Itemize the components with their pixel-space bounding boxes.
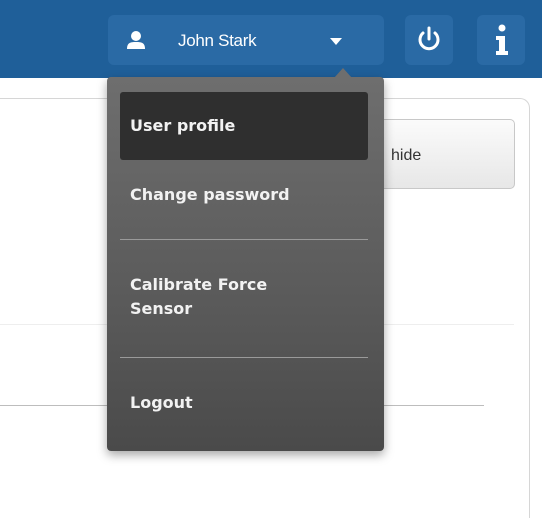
user-name: John Stark [178, 31, 257, 50]
info-icon [496, 24, 508, 55]
menu-item-change-password[interactable]: Change password [120, 183, 368, 223]
menu-item-label: Calibrate Force Sensor [130, 275, 268, 318]
hide-button[interactable]: hide [368, 119, 515, 189]
user-icon [127, 31, 145, 49]
menu-item-calibrate-force-sensor[interactable]: Calibrate Force Sensor [120, 273, 320, 321]
menu-item-label: Logout [130, 393, 193, 412]
menu-item-user-profile[interactable]: User profile [120, 92, 368, 160]
user-dropdown-menu: User profile Change password Calibrate F… [107, 68, 384, 451]
caret-down-icon [330, 38, 342, 45]
hide-button-label: hide [391, 147, 422, 164]
info-button[interactable] [477, 15, 525, 65]
menu-separator [120, 239, 368, 240]
menu-item-logout[interactable]: Logout [120, 391, 368, 431]
menu-separator [120, 357, 368, 358]
menu-item-label: User profile [130, 116, 236, 135]
power-button[interactable] [405, 15, 453, 65]
user-menu-button[interactable]: John Stark [108, 15, 384, 65]
dropdown-arrow [334, 68, 352, 78]
power-icon [418, 26, 440, 51]
menu-item-label: Change password [130, 185, 290, 204]
top-bar: John Stark [0, 0, 542, 78]
